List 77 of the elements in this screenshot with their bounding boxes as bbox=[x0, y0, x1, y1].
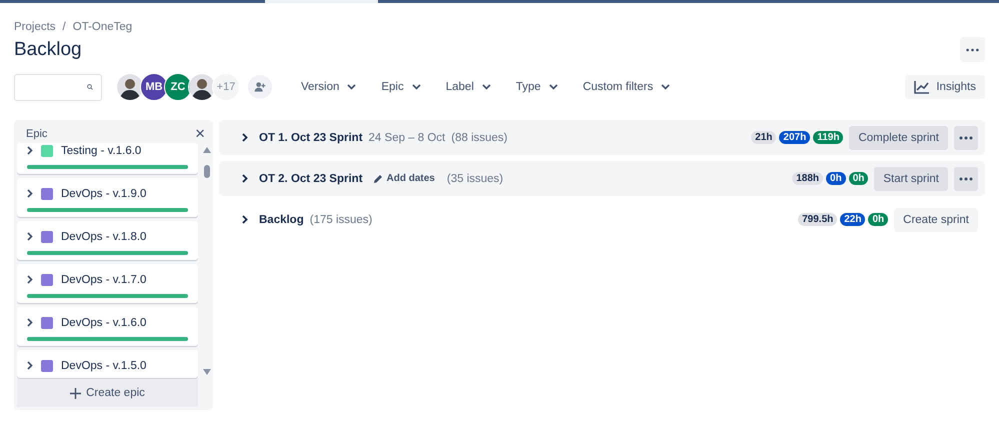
breadcrumb-link[interactable]: OT-OneTeg bbox=[72, 21, 132, 33]
issue-count: (175 issues) bbox=[310, 214, 372, 226]
estimate-badge: 21h bbox=[751, 131, 776, 144]
breadcrumb-link[interactable]: Projects bbox=[14, 21, 56, 33]
user-avatar[interactable] bbox=[188, 73, 216, 101]
more-button[interactable] bbox=[954, 126, 978, 150]
epic-name: DevOps - v.1.5.0 bbox=[61, 360, 146, 372]
chevron-icon bbox=[27, 361, 33, 370]
filter-dropdown[interactable]: Label bbox=[434, 81, 505, 93]
epic-name: Testing - v.1.6.0 bbox=[61, 144, 142, 156]
filter-dropdown[interactable]: Version bbox=[290, 81, 370, 93]
scroll-down-icon bbox=[203, 369, 211, 375]
chevron-down-icon bbox=[661, 84, 670, 90]
scroll-up-icon bbox=[203, 147, 211, 153]
epic-name: DevOps - v.1.7.0 bbox=[61, 274, 146, 286]
epic-card[interactable]: DevOps - v.1.9.0 bbox=[17, 178, 198, 217]
add-dates-link[interactable]: Add dates bbox=[372, 173, 435, 184]
more-icon bbox=[959, 136, 973, 140]
epic-card[interactable]: Testing - v.1.6.0 bbox=[17, 143, 198, 174]
create-epic-button[interactable]: Create epic bbox=[17, 379, 198, 407]
chevron-icon bbox=[27, 189, 33, 198]
plus-icon bbox=[70, 388, 82, 398]
sprint-action-button[interactable]: Complete sprint bbox=[849, 126, 948, 150]
epic-name: DevOps - v.1.6.0 bbox=[61, 316, 146, 328]
page-title: Backlog bbox=[14, 38, 82, 60]
filter-dropdown[interactable]: Epic bbox=[370, 81, 435, 93]
sprint-action-button[interactable]: Start sprint bbox=[874, 166, 948, 190]
sprint-action-button[interactable]: Create sprint bbox=[894, 208, 978, 232]
epic-name: DevOps - v.1.9.0 bbox=[61, 188, 146, 200]
chevron-icon bbox=[27, 146, 33, 155]
chevron-down-icon bbox=[347, 84, 356, 90]
estimate-badge: 0h bbox=[826, 172, 846, 185]
chevron-icon[interactable] bbox=[242, 215, 248, 224]
epic-card[interactable]: DevOps - v.1.5.0 bbox=[17, 350, 198, 378]
more-icon bbox=[966, 48, 979, 52]
close-button[interactable]: × bbox=[195, 125, 205, 142]
more-button[interactable] bbox=[954, 166, 978, 190]
sprint-name: OT 1. Oct 23 Sprint bbox=[259, 132, 363, 144]
epic-name: DevOps - v.1.8.0 bbox=[61, 230, 146, 242]
epic-card[interactable]: DevOps - v.1.7.0 bbox=[17, 264, 198, 303]
chevron-down-icon bbox=[482, 84, 491, 90]
estimate-badge: 0h bbox=[868, 213, 888, 226]
epic-card[interactable]: DevOps - v.1.6.0 bbox=[17, 307, 198, 346]
epic-card[interactable]: DevOps - v.1.8.0 bbox=[17, 221, 198, 260]
breadcrumb-separator: / bbox=[62, 21, 66, 33]
add-people-button[interactable] bbox=[248, 75, 272, 99]
line-chart-icon bbox=[914, 80, 930, 94]
sprint-name: OT 2. Oct 23 Sprint bbox=[259, 172, 363, 184]
search-field[interactable] bbox=[14, 74, 102, 100]
chevron-icon bbox=[27, 232, 33, 241]
chevron-icon bbox=[27, 318, 33, 327]
user-avatar[interactable] bbox=[116, 73, 144, 101]
filter-dropdown[interactable]: Custom filters bbox=[572, 81, 684, 93]
chevron-icon[interactable] bbox=[242, 133, 248, 142]
pencil-icon bbox=[372, 174, 383, 184]
sprint-name: Backlog bbox=[259, 214, 304, 226]
chevron-down-icon bbox=[548, 84, 558, 90]
issue-count: (88 issues) bbox=[451, 132, 508, 144]
sprint-dates: 24 Sep – 8 Oct bbox=[368, 132, 446, 144]
more-icon bbox=[959, 176, 973, 180]
chevron-icon bbox=[27, 275, 33, 284]
estimate-badge: 207h bbox=[779, 131, 810, 144]
more-button[interactable] bbox=[960, 37, 985, 62]
scroll-thumb[interactable] bbox=[204, 165, 210, 178]
estimate-badge: 188h bbox=[792, 172, 824, 185]
insights-button[interactable]: Insights bbox=[905, 75, 985, 99]
user-avatar[interactable]: MB bbox=[140, 73, 168, 101]
panel-title: Epic bbox=[26, 128, 48, 140]
estimate-badge: 0h bbox=[848, 172, 868, 185]
chevron-icon[interactable] bbox=[242, 174, 248, 183]
user-avatar[interactable]: ZC bbox=[164, 73, 192, 101]
issue-count: (35 issues) bbox=[446, 172, 504, 184]
estimate-badge: 22h bbox=[840, 213, 866, 226]
estimate-badge: 799.5h bbox=[798, 213, 838, 226]
estimate-badge: 119h bbox=[813, 131, 844, 144]
chevron-down-icon bbox=[412, 84, 421, 90]
filter-dropdown[interactable]: Type bbox=[504, 81, 572, 93]
